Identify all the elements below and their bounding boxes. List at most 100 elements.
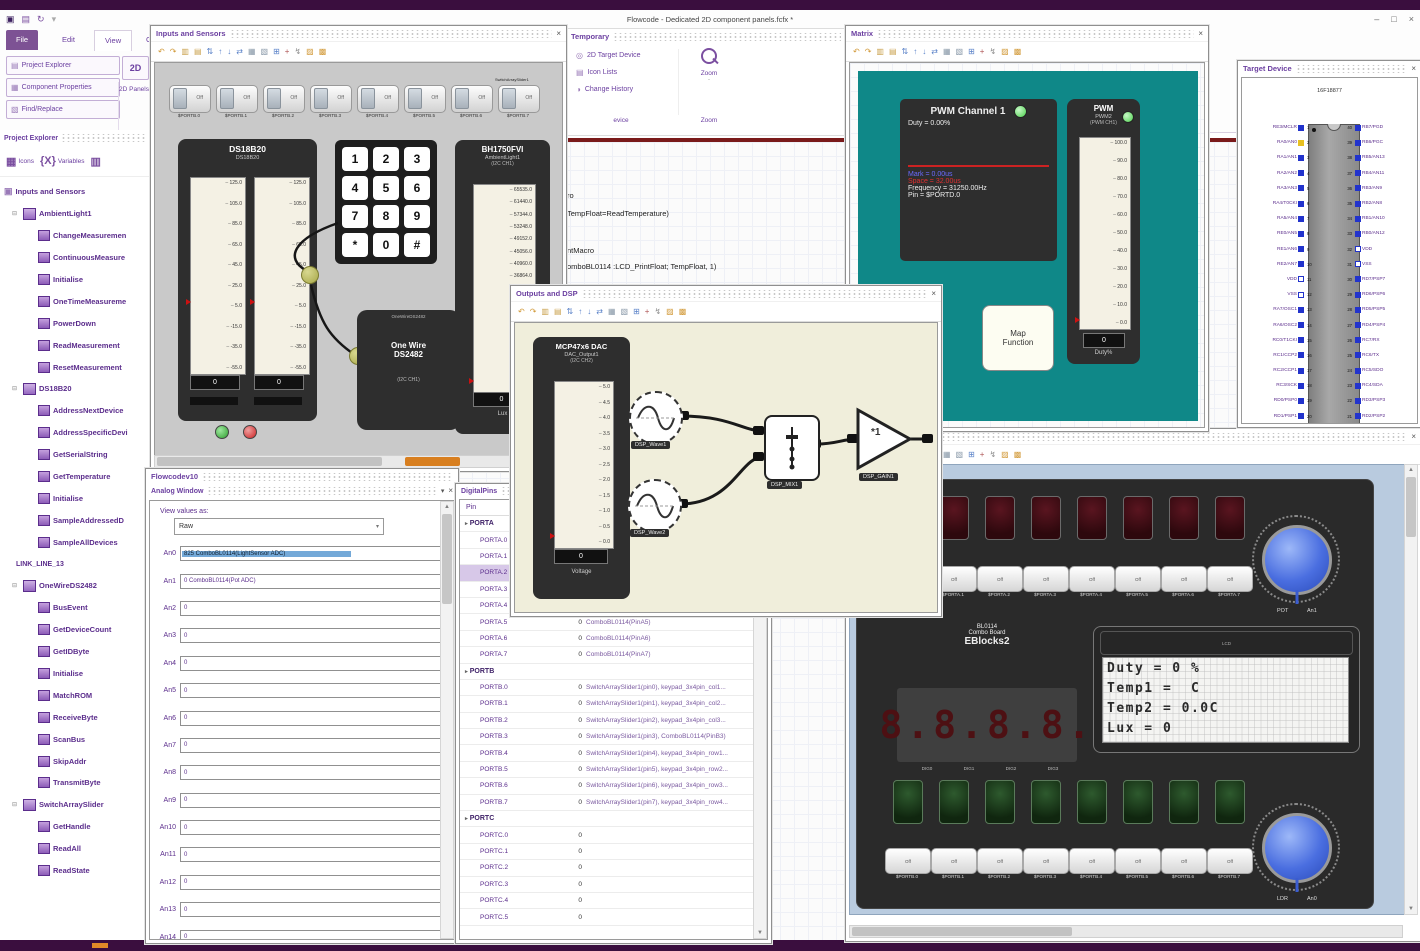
toolbar-icon[interactable]: ⇄: [931, 47, 938, 56]
pin-pad-right[interactable]: [1355, 154, 1361, 161]
pin-pad-left[interactable]: [1298, 230, 1304, 237]
toolbar-icon[interactable]: ▧: [956, 47, 964, 56]
pin-pad-right[interactable]: [1355, 276, 1361, 283]
ldr-knob[interactable]: [1262, 813, 1332, 883]
pin-pad-right[interactable]: [1355, 291, 1361, 298]
tree-item[interactable]: ReadAll: [2, 838, 150, 860]
pin-pad-left[interactable]: [1298, 276, 1304, 283]
pin-pad-right[interactable]: [1355, 139, 1361, 146]
analog-channel-value[interactable]: 825 ComboBL0114(LightSensor ADC): [180, 546, 450, 562]
toolbar-icon[interactable]: ↷: [865, 47, 872, 56]
toolbar-icon[interactable]: ↶: [518, 307, 525, 316]
float-icon[interactable]: ▾: [441, 488, 445, 495]
keypad-key[interactable]: #: [404, 233, 430, 257]
dsp-wave1-block[interactable]: [629, 391, 683, 445]
toolbar-icon[interactable]: ↓: [227, 47, 231, 56]
toolbar-icon[interactable]: ↯: [654, 307, 661, 316]
expander-icon[interactable]: ▸: [465, 816, 468, 822]
pin-pad-right[interactable]: [1355, 170, 1361, 177]
view-option[interactable]: ◎ 2D Target Device: [572, 47, 668, 64]
pin-row[interactable]: PORTC.0 0: [460, 827, 767, 844]
toolbar-icon[interactable]: ▧: [956, 450, 964, 459]
toolbar-icon[interactable]: ↑: [218, 47, 222, 56]
window-control-button[interactable]: –: [1374, 14, 1379, 24]
keypad-key[interactable]: 1: [342, 147, 368, 171]
toolbar-icon[interactable]: ↶: [853, 47, 860, 56]
tree-item[interactable]: GetSerialString: [2, 444, 150, 466]
pin-row[interactable]: PORTA.7 0 ComboBL0114(PinA7): [460, 647, 767, 664]
pin-row[interactable]: PORTB.3 0 SwitchArraySlider1(pin3), Comb…: [460, 729, 767, 746]
toolbar-icon[interactable]: ⇅: [902, 47, 909, 56]
tree-item[interactable]: SkipAddr: [2, 750, 150, 772]
close-icon[interactable]: ×: [1411, 64, 1416, 73]
pin-row[interactable]: PORTC.5 0: [460, 909, 767, 926]
toolbar-icon[interactable]: ▨: [1001, 47, 1009, 56]
pin-pad-left[interactable]: [1298, 337, 1304, 344]
close-icon[interactable]: ×: [448, 487, 453, 495]
toolbar-icon[interactable]: ↶: [158, 47, 165, 56]
slider-switch[interactable]: Off: [357, 85, 399, 113]
pin-row[interactable]: PORTB.1 0 SwitchArraySlider1(pin1), keyp…: [460, 696, 767, 713]
slider-marker-icon[interactable]: [550, 533, 555, 539]
board-horizontal-scrollbar[interactable]: [849, 925, 1403, 938]
pin-row[interactable]: PORTC.4 0: [460, 893, 767, 910]
tree-item[interactable]: PowerDown: [2, 312, 150, 334]
toolbar-icon[interactable]: ▦: [943, 450, 951, 459]
close-icon[interactable]: ×: [931, 289, 936, 298]
board-vertical-scrollbar[interactable]: ▲ ▼: [1404, 464, 1418, 915]
toolbar-icon[interactable]: ▤: [554, 307, 562, 316]
window-control-button[interactable]: □: [1391, 14, 1396, 24]
toolbar-icon[interactable]: ⊞: [633, 307, 640, 316]
toolbar-icon[interactable]: ↯: [294, 47, 301, 56]
tree-item[interactable]: GetDeviceCount: [2, 619, 150, 641]
pin-row[interactable]: PORTB.0 0 SwitchArraySlider1(pin0), keyp…: [460, 680, 767, 697]
pin-pad-left[interactable]: [1298, 139, 1304, 146]
porta-button[interactable]: Off: [1207, 566, 1253, 592]
pin-pad-left[interactable]: [1298, 200, 1304, 207]
toolbar-icon[interactable]: ↷: [530, 307, 537, 316]
analog-channel-value[interactable]: 0: [180, 683, 450, 699]
tree-item[interactable]: GetIDByte: [2, 641, 150, 663]
tree-item[interactable]: AddressSpecificDevi: [2, 422, 150, 444]
porta-button[interactable]: Off: [977, 566, 1023, 592]
wire-node-icon[interactable]: [301, 266, 319, 284]
dac-scale[interactable]: 5.0 4.5 4.0 3.5 3.0 2.5 2.0 1.5 1.0 0.5 0.0: [554, 381, 614, 549]
tab-edit[interactable]: Edit: [52, 30, 85, 50]
pin-pad-right[interactable]: [1355, 246, 1361, 253]
portb-button[interactable]: Off: [885, 848, 931, 874]
pin-row[interactable]: PORTB.2 0 SwitchArraySlider1(pin2), keyp…: [460, 713, 767, 730]
toolbar-icon[interactable]: ↯: [989, 47, 996, 56]
tree-item[interactable]: Initialise: [2, 269, 150, 291]
pin-pad-left[interactable]: [1298, 382, 1304, 389]
tree-item[interactable]: Initialise: [2, 663, 150, 685]
pin-pad-right[interactable]: [1355, 306, 1361, 313]
tree-item[interactable]: GetHandle: [2, 816, 150, 838]
expander-icon[interactable]: ▸: [465, 669, 468, 675]
portb-button[interactable]: Off: [1207, 848, 1253, 874]
tree-item[interactable]: SampleAllDevices: [2, 531, 150, 553]
analog-channel-value[interactable]: 0: [180, 820, 450, 836]
keypad-key[interactable]: 2: [373, 147, 399, 171]
pin-pad-right[interactable]: [1355, 413, 1361, 420]
pin-pad-right[interactable]: [1355, 230, 1361, 237]
portb-button[interactable]: Off: [931, 848, 977, 874]
toolbar-icon[interactable]: ↓: [922, 47, 926, 56]
expander-icon[interactable]: ▸: [465, 521, 468, 527]
inputs-canvas[interactable]: Off $PORTB.0 Off $PORTB.1 Off $PORTB.2 O…: [154, 62, 563, 458]
pin-row[interactable]: PORTB.7 0 SwitchArraySlider1(pin7), keyp…: [460, 795, 767, 812]
tree-item[interactable]: ReadState: [2, 860, 150, 882]
analog-channel-value[interactable]: 0: [180, 902, 450, 918]
pin-pad-right[interactable]: [1355, 261, 1361, 268]
pin-row[interactable]: PORTA.6 0 ComboBL0114(PinA6): [460, 631, 767, 648]
tree-item[interactable]: ResetMeasurement: [2, 356, 150, 378]
analog-channel-value[interactable]: 0: [180, 628, 450, 644]
toolbar-icon[interactable]: ⇅: [567, 307, 574, 316]
pin-pad-right[interactable]: [1355, 397, 1361, 404]
ribbon-button[interactable]: ▧ Find/Replace: [6, 100, 120, 119]
tree-item[interactable]: MatchROM: [2, 684, 150, 706]
analog-channel-value[interactable]: 0: [180, 765, 450, 781]
toolbar-icon[interactable]: ▩: [1014, 450, 1022, 459]
toolbar-icon[interactable]: ▦: [248, 47, 256, 56]
tree-item[interactable]: SampleAddressedD: [2, 509, 150, 531]
pwm-slider-scale[interactable]: 100.0 90.0 80.0 70.0 60.0 50.0 40.0 30.0 20.0 10.…: [1079, 137, 1131, 330]
